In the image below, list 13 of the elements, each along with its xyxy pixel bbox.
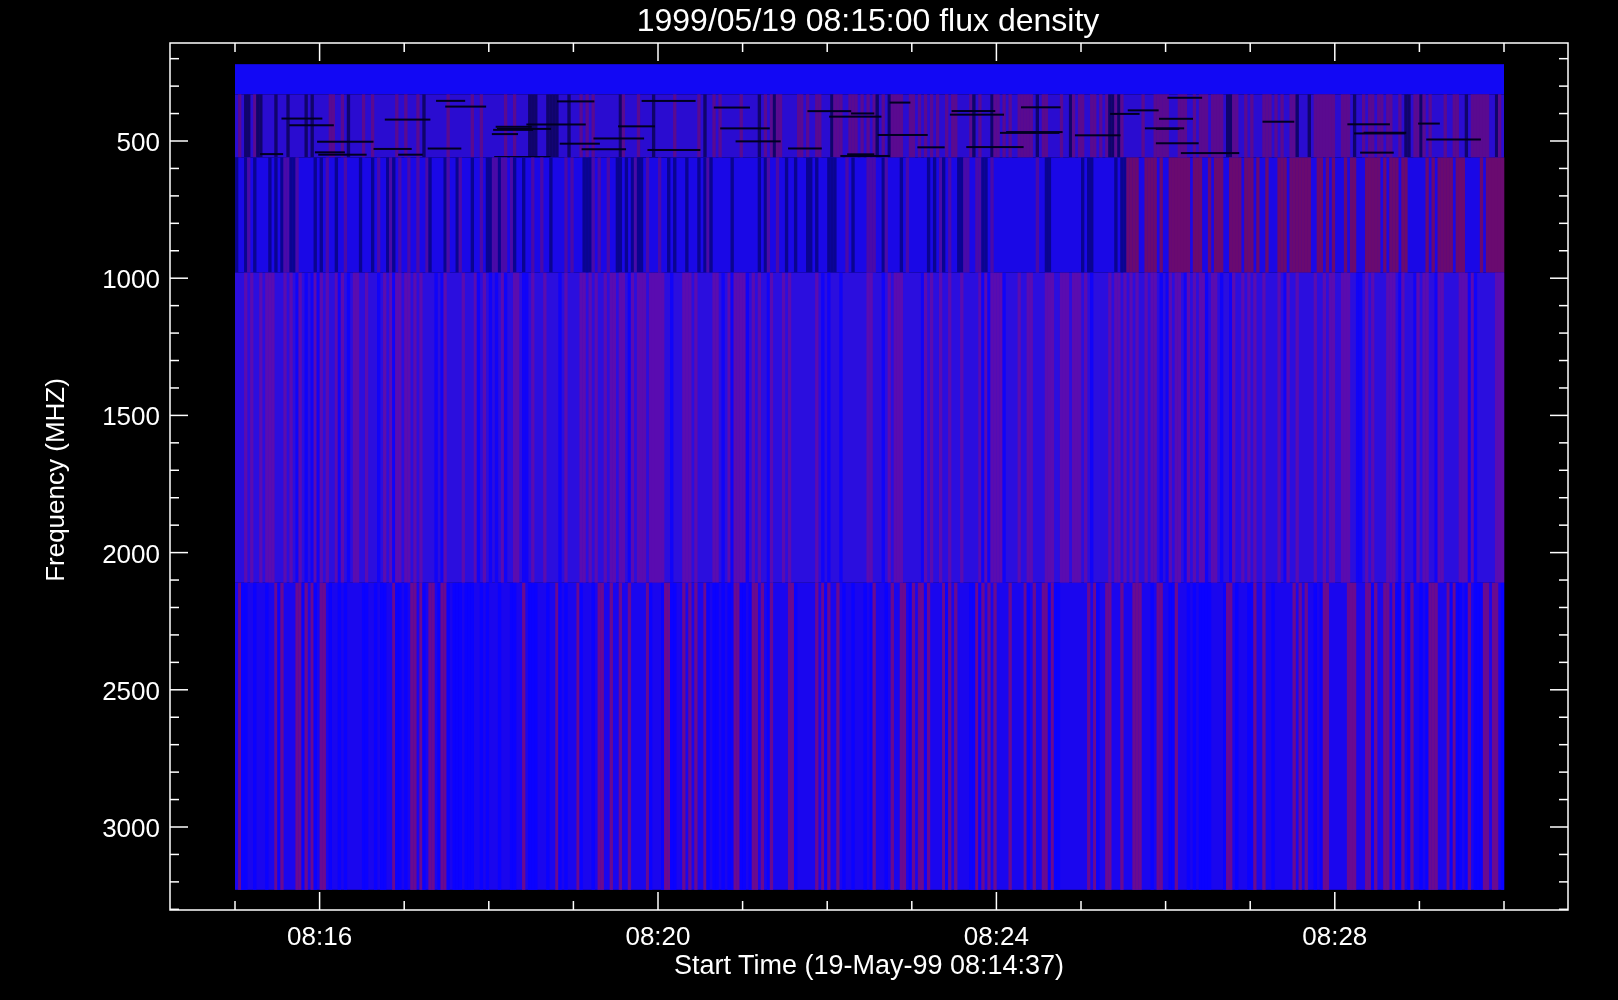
x-tick-label: 08:16 — [287, 921, 353, 951]
x-tick-label: 08:24 — [963, 921, 1029, 951]
y-axis-label: Frequency (MHZ) — [40, 378, 70, 582]
y-tick-label: 1500 — [102, 401, 160, 432]
y-tick-label: 500 — [116, 127, 160, 157]
x-tick-label: 08:20 — [625, 921, 691, 951]
x-tick-label: 08:28 — [1302, 921, 1368, 951]
y-tick-label: 1000 — [102, 264, 160, 295]
y-tick-label: 2500 — [102, 675, 160, 706]
y-tick-label: 2000 — [102, 538, 160, 569]
y-tick-label: 3000 — [102, 813, 160, 843]
x-axis-label: Start Time (19-May-99 08:14:37) — [673, 950, 1065, 980]
plot-title: 1999/05/19 08:15:00 flux density — [636, 2, 1100, 38]
